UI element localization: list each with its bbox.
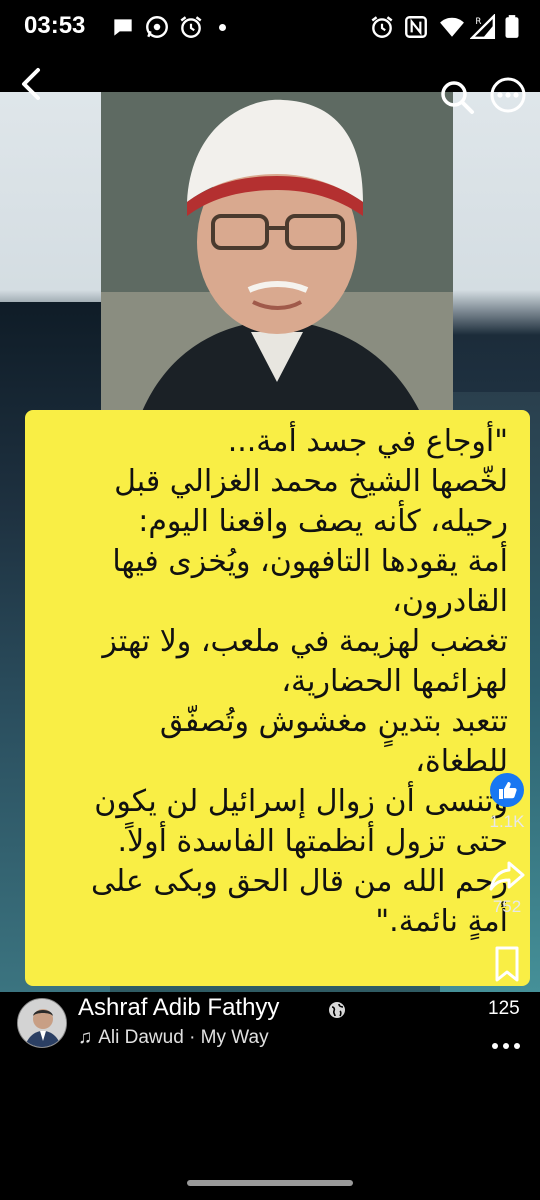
quote-line: أمة يقودها التافهون، ويُخزى فيها [112,544,508,579]
quote-text: "أوجاع في جسد أمة... لخّصها الشيخ محمد ا… [38,422,508,942]
quote-line: تتعبد بتدينٍ مغشوش وتُصفّق [159,704,508,739]
quote-line: حتى تزول أنظمتها الفاسدة أولاً. [117,824,508,859]
like-button[interactable]: 1.1K [480,770,534,832]
quote-card: "أوجاع في جسد أمة... لخّصها الشيخ محمد ا… [25,410,530,986]
quote-line: القادرون، [392,584,508,619]
svg-text:R: R [475,17,481,27]
quote-line: تغضب لهزيمة في ملعب، ولا تهتز [102,624,508,659]
save-button[interactable] [480,944,534,984]
quote-line: "أوجاع في جسد أمة... [227,424,508,459]
post-footer: Ashraf Adib Fathyy ♫ Ali Dawud · My Way 1… [0,992,540,1200]
comment-count: 125 [488,998,520,1019]
back-button[interactable] [14,64,50,104]
portrait-photo [101,92,453,414]
notification-dot [219,24,226,31]
share-icon [489,861,525,891]
quote-line: أمةٍ نائمة." [375,904,508,939]
globe-icon [329,1002,345,1018]
bookmark-icon [495,946,519,982]
quote-line: وتنسى أن زوال إسرائيل لن يكون [94,784,508,819]
more-options-icon[interactable] [490,1040,522,1052]
quote-line: لخّصها الشيخ محمد الغزالي قبل [114,464,508,499]
share-count: 752 [492,897,522,916]
search-icon[interactable] [438,78,476,116]
music-text: Ali Dawud · My Way [98,1027,269,1048]
alarm-icon [180,16,202,38]
home-indicator[interactable] [187,1180,353,1186]
share-button[interactable]: 752 [480,855,534,917]
status-time: 03:53 [24,12,86,39]
signal-icon: R [470,14,496,40]
avatar[interactable] [17,998,67,1048]
quote-line: رحيله، كأنه يصف واقعنا اليوم: [138,504,508,539]
alarm-icon [371,16,393,38]
more-horizontal-icon[interactable] [489,76,527,114]
quote-line: لهزائمها الحضارية، [281,664,508,699]
like-count: 1.1K [489,812,525,831]
quote-line: للطغاة، [415,744,508,779]
author-name[interactable]: Ashraf Adib Fathyy [78,994,279,1022]
nfc-icon [405,16,427,38]
like-icon [490,773,524,807]
quote-line: رحم الله من قال الحق وبكى على [91,864,508,899]
post-media[interactable]: "أوجاع في جسد أمة... لخّصها الشيخ محمد ا… [0,92,540,992]
music-info[interactable]: ♫ Ali Dawud · My Way [78,1027,269,1049]
chat-bubble-icon [114,19,132,36]
music-note-icon: ♫ [78,1027,93,1048]
wifi-icon [440,17,464,37]
battery-icon [505,15,519,38]
status-bar: 03:53 R [0,0,540,56]
whatsapp-icon [146,16,168,38]
